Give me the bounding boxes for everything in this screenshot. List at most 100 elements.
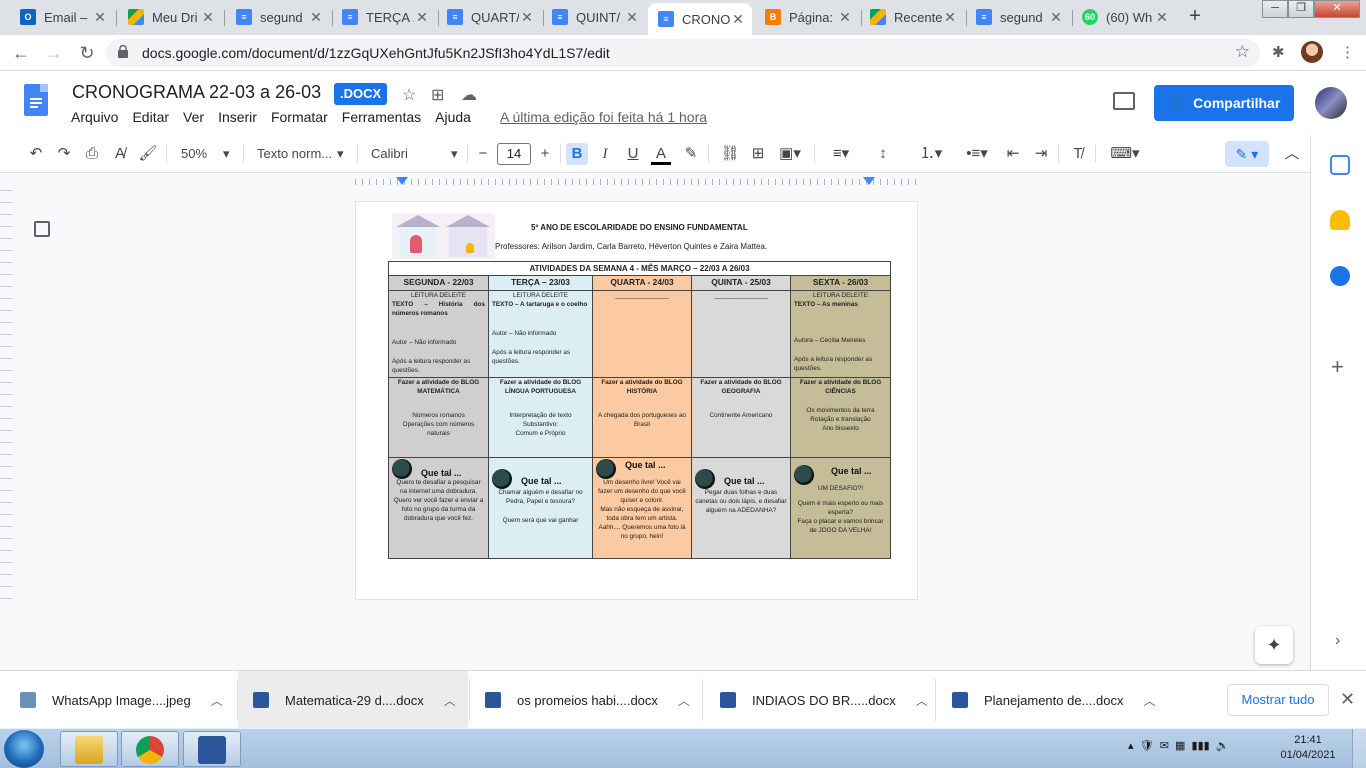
insert-image-icon[interactable]: ▣▾	[775, 143, 805, 165]
browser-tab[interactable]: ≡ segund ✕	[966, 2, 1070, 32]
close-icon[interactable]: ✕	[942, 9, 958, 26]
explore-icon[interactable]: ✦	[1255, 626, 1293, 664]
window-close-button[interactable]: ✕	[1314, 0, 1360, 18]
browser-tab[interactable]: 60 (60) Wh ✕	[1072, 2, 1176, 32]
last-edit-link[interactable]: A última edição foi feita há 1 hora	[500, 109, 707, 125]
browser-tab[interactable]: ≡ TERÇA 2 ✕	[332, 2, 436, 32]
close-icon[interactable]: ✕	[1154, 9, 1170, 26]
editing-mode-button[interactable]: ✎ ▾	[1225, 141, 1269, 167]
system-tray[interactable]: ▴ 🛡 ✉ ▦ ▮▮▮ 🔈	[1128, 739, 1230, 752]
chrome-menu-icon[interactable]: ⋮	[1340, 43, 1355, 61]
minimize-button[interactable]: ─	[1262, 0, 1288, 18]
chevron-up-icon[interactable]: ︿	[1143, 692, 1155, 709]
profile-avatar[interactable]	[1301, 41, 1323, 63]
close-icon[interactable]: ✕	[730, 11, 746, 28]
keep-icon[interactable]	[1330, 210, 1350, 230]
document-title[interactable]: CRONOGRAMA 22-03 a 26-03	[72, 82, 321, 103]
browser-tab[interactable]: ≡ QUART/ ✕	[437, 2, 541, 32]
close-icon[interactable]: ✕	[200, 9, 216, 26]
account-avatar[interactable]	[1315, 87, 1347, 119]
close-icon[interactable]: ✕	[624, 9, 640, 26]
chevron-right-icon[interactable]: ›	[1335, 632, 1340, 650]
print-icon[interactable]: ⎙	[82, 143, 102, 165]
share-button[interactable]: 👤 Compartilhar	[1154, 85, 1294, 121]
move-folder-icon[interactable]: ⊞	[431, 85, 444, 105]
right-indent-marker[interactable]	[863, 177, 875, 185]
menu-editar[interactable]: Editar	[132, 109, 169, 125]
reload-icon[interactable]: ↻	[74, 40, 100, 66]
menu-ferramentas[interactable]: Ferramentas	[342, 109, 421, 125]
clear-formatting-icon[interactable]: T̸	[1068, 143, 1088, 165]
download-item[interactable]: os promeios habi....docx ︿	[485, 671, 690, 729]
close-downloads-icon[interactable]: ✕	[1340, 689, 1355, 710]
decrease-indent-icon[interactable]: ⇤	[1003, 143, 1023, 165]
spellcheck-icon[interactable]: A̸	[110, 143, 130, 165]
add-addon-icon[interactable]: +	[1331, 354, 1344, 380]
chevron-up-icon[interactable]: ︿	[916, 692, 928, 709]
maximize-button[interactable]: ❐	[1288, 0, 1314, 18]
start-button[interactable]	[4, 730, 44, 768]
browser-tab[interactable]: Meu Dri ✕	[118, 2, 222, 32]
italic-button[interactable]: I	[595, 143, 615, 165]
increase-font-size-button[interactable]: +	[536, 143, 554, 165]
chevron-up-icon[interactable]: ︿	[211, 692, 223, 709]
close-icon[interactable]: ✕	[308, 9, 324, 26]
close-icon[interactable]: ✕	[92, 9, 108, 26]
bulleted-list-icon[interactable]: •≡▾	[958, 143, 996, 165]
horizontal-ruler[interactable]	[355, 176, 918, 188]
download-item[interactable]: INDIAOS DO BR.....docx ︿	[720, 671, 928, 729]
docs-logo-icon[interactable]	[24, 84, 48, 116]
new-tab-button[interactable]: +	[1183, 5, 1207, 29]
input-tools-icon[interactable]: ⌨▾	[1106, 143, 1144, 165]
extensions-puzzle-icon[interactable]: ✱	[1272, 43, 1285, 61]
left-indent-marker[interactable]	[396, 177, 408, 185]
tasks-icon[interactable]	[1330, 266, 1350, 286]
decrease-font-size-button[interactable]: −	[474, 143, 492, 165]
menu-formatar[interactable]: Formatar	[271, 109, 328, 125]
link-icon[interactable]: ⛓	[719, 143, 741, 165]
forward-arrow-icon[interactable]: →	[41, 40, 67, 66]
chevron-up-icon[interactable]: ︿	[444, 692, 456, 709]
document-outline-icon[interactable]	[34, 221, 50, 237]
bold-button[interactable]: B	[566, 143, 588, 165]
address-bar[interactable]: docs.google.com/document/d/1zzGqUXehGntJ…	[106, 39, 1260, 67]
menu-ajuda[interactable]: Ajuda	[435, 109, 471, 125]
align-icon[interactable]: ≡▾	[826, 143, 856, 165]
menu-inserir[interactable]: Inserir	[218, 109, 257, 125]
font-size-input[interactable]: 14	[497, 143, 531, 165]
font-select[interactable]: Calibri ▾	[371, 143, 461, 165]
close-icon[interactable]: ✕	[519, 9, 535, 26]
paint-format-icon[interactable]: 🖌	[138, 143, 158, 165]
taskbar-chrome[interactable]	[121, 731, 179, 767]
close-icon[interactable]: ✕	[837, 9, 853, 26]
menu-ver[interactable]: Ver	[183, 109, 204, 125]
comments-icon[interactable]	[1113, 92, 1135, 110]
style-select[interactable]: Texto norm... ▾	[257, 143, 349, 165]
close-icon[interactable]: ✕	[1048, 9, 1064, 26]
browser-tab[interactable]: O Email – ✕	[10, 2, 114, 32]
increase-indent-icon[interactable]: ⇥	[1031, 143, 1051, 165]
taskbar-explorer[interactable]	[60, 731, 118, 767]
add-comment-icon[interactable]: ⊞	[747, 143, 769, 165]
show-desktop-button[interactable]	[1352, 729, 1366, 768]
browser-tab[interactable]: ≡ segund ✕	[226, 2, 330, 32]
cloud-status-icon[interactable]: ☁	[461, 85, 477, 105]
bookmark-star-icon[interactable]: ☆	[1235, 42, 1250, 62]
underline-button[interactable]: U	[623, 143, 643, 165]
download-item[interactable]: Matematica-29 d....docx ︿	[238, 671, 468, 729]
calendar-icon[interactable]	[1330, 155, 1350, 175]
close-icon[interactable]: ✕	[414, 9, 430, 26]
show-all-downloads-button[interactable]: Mostrar tudo	[1227, 684, 1329, 716]
numbered-list-icon[interactable]: ⒈▾	[912, 143, 950, 165]
back-arrow-icon[interactable]: ←	[8, 40, 34, 66]
browser-tab[interactable]: Recente ✕	[860, 2, 964, 32]
taskbar-clock[interactable]: 21:41 01/04/2021	[1276, 733, 1340, 763]
highlight-icon[interactable]: ✎	[681, 143, 701, 165]
text-color-button[interactable]: A	[651, 143, 671, 165]
browser-tab-active[interactable]: ≡ CRONO ✕	[648, 3, 752, 35]
browser-tab[interactable]: ≡ QUINT/ ✕	[542, 2, 646, 32]
taskbar-word[interactable]	[183, 731, 241, 767]
undo-icon[interactable]: ↶	[26, 143, 46, 165]
chevron-up-icon[interactable]: ︿	[678, 692, 690, 709]
browser-tab[interactable]: B Página: ✕	[755, 2, 859, 32]
